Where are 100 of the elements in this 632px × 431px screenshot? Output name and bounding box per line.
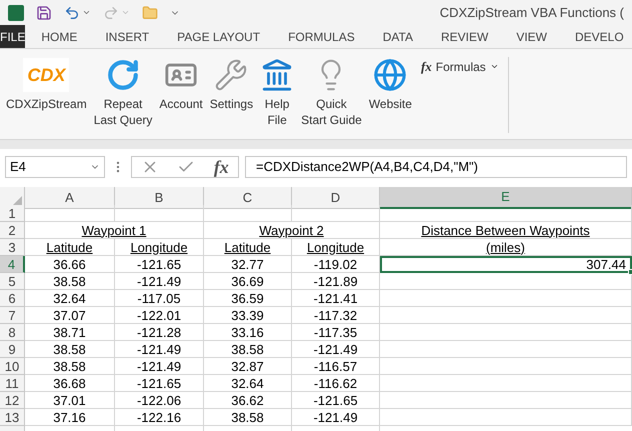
table-cell: 38.58 — [204, 409, 292, 426]
ribbon-button[interactable]: Quick Start Guide — [299, 57, 364, 128]
ribbon-tab[interactable]: PAGE LAYOUT — [163, 25, 274, 48]
table-cell: -121.49 — [292, 341, 380, 358]
ribbon-button[interactable]: Help File — [258, 57, 296, 128]
table-cell: 36.69 — [204, 273, 292, 290]
save-icon[interactable] — [36, 4, 52, 20]
table-cell: -122.01 — [115, 307, 204, 324]
row-header[interactable]: 6 — [0, 290, 25, 307]
row-header[interactable]: 9 — [0, 341, 25, 358]
table-cell: 38.58 — [25, 358, 115, 375]
ribbon-tab[interactable]: FILE — [0, 25, 26, 48]
ribbon-button[interactable]: CDX CDXZipStream — [4, 57, 89, 112]
table-cell: (miles) — [380, 239, 632, 256]
name-box[interactable]: E4 — [5, 156, 105, 178]
column-header[interactable]: C — [204, 187, 292, 208]
ribbon-tab[interactable]: DATA — [368, 25, 427, 48]
table-cell: 32.64 — [204, 375, 292, 392]
row-header[interactable]: 3 — [0, 239, 25, 256]
caret-icon[interactable] — [82, 8, 91, 17]
row-header[interactable]: 11 — [0, 375, 25, 392]
table-cell: -117.32 — [292, 307, 380, 324]
table-cell: 37.07 — [25, 307, 115, 324]
table-cell: 38.71 — [25, 324, 115, 341]
function-icon: fx — [420, 57, 432, 76]
table-cell: -116.62 — [292, 375, 380, 392]
row-header[interactable]: 8 — [0, 324, 25, 341]
column-header[interactable]: E — [380, 187, 632, 208]
table-cell: 38.58 — [25, 273, 115, 290]
redo-icon[interactable] — [103, 4, 119, 20]
formula-input[interactable]: =CDXDistance2WP(A4,B4,C4,D4,"M") — [245, 156, 627, 178]
table-cell: -121.28 — [115, 324, 204, 341]
ribbon-tab[interactable]: DEVELO — [561, 25, 632, 48]
ribbon-button[interactable]: Website — [366, 57, 414, 112]
row-header[interactable]: 4 — [0, 256, 25, 273]
table-cell: 33.39 — [204, 307, 292, 324]
table-cell: 37.01 — [25, 392, 115, 409]
folder-icon[interactable] — [142, 4, 158, 20]
table-cell: Distance Between Waypoints — [380, 222, 632, 239]
table-cell: -117.05 — [115, 290, 204, 307]
row-header[interactable]: 2 — [0, 222, 25, 239]
table-cell: -121.49 — [115, 341, 204, 358]
table-cell: 33.16 — [204, 324, 292, 341]
table-cell: Latitude — [25, 239, 115, 256]
table-cell: 32.64 — [25, 290, 115, 307]
refresh-icon — [106, 58, 140, 92]
ribbon-button[interactable]: Repeat Last Query — [92, 57, 154, 128]
table-cell: -116.57 — [292, 358, 380, 375]
insert-function-icon[interactable]: fx — [214, 154, 229, 180]
spreadsheet-app-icon — [8, 4, 24, 20]
formulas-dropdown[interactable]: fx Formulas — [420, 57, 499, 76]
ribbon-button[interactable]: Settings — [208, 57, 256, 112]
table-cell: Longitude — [115, 239, 204, 256]
table-cell: -121.41 — [292, 290, 380, 307]
table-cell: -121.49 — [115, 358, 204, 375]
wrench-icon — [214, 58, 248, 92]
row-header[interactable]: 13 — [0, 409, 25, 426]
table-cell: -121.49 — [115, 273, 204, 290]
table-cell: 36.68 — [25, 375, 115, 392]
table-cell: 32.77 — [204, 256, 292, 273]
table-cell: 36.66 — [25, 256, 115, 273]
globe-icon — [373, 58, 408, 92]
ribbon-tab[interactable]: INSERT — [91, 25, 164, 48]
table-cell: 38.58 — [25, 341, 115, 358]
table-cell: 307.44 — [380, 256, 632, 273]
table-cell: 32.87 — [204, 358, 292, 375]
window-title: CDXZipStream VBA Functions ( — [440, 4, 624, 22]
table-cell: 38.58 — [204, 341, 292, 358]
table-cell: Waypoint 2 — [204, 222, 380, 239]
table-cell: Latitude — [204, 239, 292, 256]
table-cell: Waypoint 1 — [25, 222, 204, 239]
row-header[interactable]: 1 — [0, 205, 25, 222]
table-cell: -117.35 — [292, 324, 380, 341]
table-cell: -121.65 — [115, 256, 204, 273]
table-cell: -121.65 — [115, 375, 204, 392]
table-cell: 37.16 — [25, 409, 115, 426]
logo: CDX — [23, 58, 70, 92]
row-header[interactable]: 10 — [0, 358, 25, 375]
table-cell: -121.65 — [292, 392, 380, 409]
row-header[interactable]: 5 — [0, 273, 25, 290]
table-cell: -119.02 — [292, 256, 380, 273]
table-cell: 36.62 — [204, 392, 292, 409]
undo-icon[interactable] — [64, 4, 80, 20]
column-header[interactable]: A — [25, 187, 115, 208]
table-cell: -121.49 — [292, 409, 380, 426]
table-cell: -121.89 — [292, 273, 380, 290]
ribbon-tab[interactable]: FORMULAS — [274, 25, 369, 48]
row-header[interactable] — [0, 426, 25, 431]
table-cell: 36.59 — [204, 290, 292, 307]
ribbon-tab[interactable]: VIEW — [502, 25, 561, 48]
table-cell: Longitude — [292, 239, 380, 256]
ribbon-tab[interactable]: REVIEW — [426, 25, 502, 48]
table-cell: -122.16 — [115, 409, 204, 426]
column-header[interactable]: D — [292, 187, 380, 208]
column-header[interactable]: B — [115, 187, 204, 208]
ribbon-button[interactable]: Account — [157, 57, 205, 112]
row-header[interactable]: 12 — [0, 392, 25, 409]
ribbon-tab[interactable]: HOME — [27, 25, 92, 48]
table-cell: -122.06 — [115, 392, 204, 409]
row-header[interactable]: 7 — [0, 307, 25, 324]
